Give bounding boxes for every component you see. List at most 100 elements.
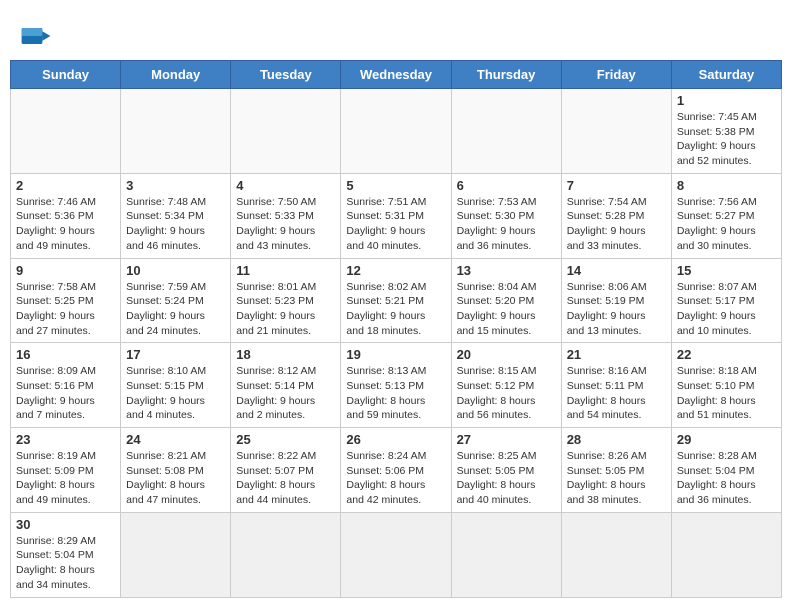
- day-info: Sunrise: 8:09 AM Sunset: 5:16 PM Dayligh…: [16, 364, 115, 423]
- day-info: Sunrise: 8:18 AM Sunset: 5:10 PM Dayligh…: [677, 364, 776, 423]
- day-info: Sunrise: 8:25 AM Sunset: 5:05 PM Dayligh…: [457, 449, 556, 508]
- day-number: 16: [16, 347, 115, 362]
- day-number: 11: [236, 263, 335, 278]
- day-info: Sunrise: 8:10 AM Sunset: 5:15 PM Dayligh…: [126, 364, 225, 423]
- calendar-cell: 20Sunrise: 8:15 AM Sunset: 5:12 PM Dayli…: [451, 343, 561, 428]
- calendar-cell: [231, 512, 341, 597]
- day-number: 9: [16, 263, 115, 278]
- day-info: Sunrise: 8:28 AM Sunset: 5:04 PM Dayligh…: [677, 449, 776, 508]
- calendar-cell: 13 Sunrise: 8:04 AM Sunset: 5:20 PM Dayli…: [451, 258, 561, 343]
- day-number: 10: [126, 263, 225, 278]
- day-number: 12: [346, 263, 445, 278]
- day-header-monday: Monday: [121, 61, 231, 89]
- calendar-cell: 24 Sunrise: 8:21 AM Sunset: 5:08 PM Dayli…: [121, 428, 231, 513]
- day-info: Sunrise: 7:53 AM Sunset: 5:30 PM Dayligh…: [457, 195, 556, 254]
- day-number: 14: [567, 263, 666, 278]
- day-info: Sunrise: 7:45 AM Sunset: 5:38 PM Dayligh…: [677, 110, 776, 169]
- calendar-cell: [121, 512, 231, 597]
- calendar-cell: 14 Sunrise: 8:06 AM Sunset: 5:19 PM Dayli…: [561, 258, 671, 343]
- calendar-cell: [341, 89, 451, 174]
- day-number: 18: [236, 347, 335, 362]
- day-info: Sunrise: 7:59 AM Sunset: 5:24 PM Dayligh…: [126, 280, 225, 339]
- day-info: Sunrise: 7:50 AM Sunset: 5:33 PM Dayligh…: [236, 195, 335, 254]
- day-info: Sunrise: 8:15 AM Sunset: 5:12 PM Dayligh…: [457, 364, 556, 423]
- calendar-cell: [121, 89, 231, 174]
- calendar-cell: 18Sunrise: 8:12 AM Sunset: 5:14 PM Dayli…: [231, 343, 341, 428]
- day-header-sunday: Sunday: [11, 61, 121, 89]
- calendar-cell: 26Sunrise: 8:24 AM Sunset: 5:06 PM Dayli…: [341, 428, 451, 513]
- calendar-cell: 21Sunrise: 8:16 AM Sunset: 5:11 PM Dayli…: [561, 343, 671, 428]
- calendar-cell: 2 Sunrise: 7:46 AM Sunset: 5:36 PM Daylig…: [11, 173, 121, 258]
- calendar-cell: [561, 89, 671, 174]
- calendar-cell: 9 Sunrise: 7:58 AM Sunset: 5:25 PM Daylig…: [11, 258, 121, 343]
- day-number: 13: [457, 263, 556, 278]
- day-number: 6: [457, 178, 556, 193]
- calendar-cell: 15 Sunrise: 8:07 AM Sunset: 5:17 PM Dayli…: [671, 258, 781, 343]
- day-header-saturday: Saturday: [671, 61, 781, 89]
- calendar-cell: 1 Sunrise: 7:45 AM Sunset: 5:38 PM Daylig…: [671, 89, 781, 174]
- day-number: 26: [346, 432, 445, 447]
- day-info: Sunrise: 7:58 AM Sunset: 5:25 PM Dayligh…: [16, 280, 115, 339]
- calendar-cell: 30 Sunrise: 8:29 AM Sunset: 5:04 PM Dayli…: [11, 512, 121, 597]
- day-header-tuesday: Tuesday: [231, 61, 341, 89]
- day-number: 8: [677, 178, 776, 193]
- day-info: Sunrise: 8:21 AM Sunset: 5:08 PM Dayligh…: [126, 449, 225, 508]
- day-number: 15: [677, 263, 776, 278]
- calendar-cell: 23 Sunrise: 8:19 AM Sunset: 5:09 PM Dayli…: [11, 428, 121, 513]
- calendar-cell: [671, 512, 781, 597]
- day-info: Sunrise: 8:29 AM Sunset: 5:04 PM Dayligh…: [16, 534, 115, 593]
- calendar-cell: 17 Sunrise: 8:10 AM Sunset: 5:15 PM Dayli…: [121, 343, 231, 428]
- calendar-cell: 3 Sunrise: 7:48 AM Sunset: 5:34 PM Daylig…: [121, 173, 231, 258]
- day-info: Sunrise: 8:01 AM Sunset: 5:23 PM Dayligh…: [236, 280, 335, 339]
- day-number: 17: [126, 347, 225, 362]
- day-info: Sunrise: 8:07 AM Sunset: 5:17 PM Dayligh…: [677, 280, 776, 339]
- day-info: Sunrise: 7:48 AM Sunset: 5:34 PM Dayligh…: [126, 195, 225, 254]
- day-number: 21: [567, 347, 666, 362]
- logo-icon: [20, 20, 52, 52]
- day-info: Sunrise: 7:51 AM Sunset: 5:31 PM Dayligh…: [346, 195, 445, 254]
- calendar-cell: [561, 512, 671, 597]
- day-number: 5: [346, 178, 445, 193]
- day-number: 29: [677, 432, 776, 447]
- calendar-cell: 22 Sunrise: 8:18 AM Sunset: 5:10 PM Dayli…: [671, 343, 781, 428]
- calendar-cell: [451, 89, 561, 174]
- day-number: 1: [677, 93, 776, 108]
- day-number: 19: [346, 347, 445, 362]
- calendar-cell: 7 Sunrise: 7:54 AM Sunset: 5:28 PM Daylig…: [561, 173, 671, 258]
- calendar-cell: 16 Sunrise: 8:09 AM Sunset: 5:16 PM Dayli…: [11, 343, 121, 428]
- logo: [20, 20, 56, 52]
- day-info: Sunrise: 7:56 AM Sunset: 5:27 PM Dayligh…: [677, 195, 776, 254]
- day-info: Sunrise: 7:46 AM Sunset: 5:36 PM Dayligh…: [16, 195, 115, 254]
- day-info: Sunrise: 7:54 AM Sunset: 5:28 PM Dayligh…: [567, 195, 666, 254]
- day-header-friday: Friday: [561, 61, 671, 89]
- day-header-wednesday: Wednesday: [341, 61, 451, 89]
- day-number: 22: [677, 347, 776, 362]
- day-info: Sunrise: 8:04 AM Sunset: 5:20 PM Dayligh…: [457, 280, 556, 339]
- calendar-cell: 27 Sunrise: 8:25 AM Sunset: 5:05 PM Dayli…: [451, 428, 561, 513]
- calendar-cell: 6 Sunrise: 7:53 AM Sunset: 5:30 PM Daylig…: [451, 173, 561, 258]
- day-info: Sunrise: 8:06 AM Sunset: 5:19 PM Dayligh…: [567, 280, 666, 339]
- day-number: 23: [16, 432, 115, 447]
- day-info: Sunrise: 8:02 AM Sunset: 5:21 PM Dayligh…: [346, 280, 445, 339]
- day-number: 3: [126, 178, 225, 193]
- day-number: 24: [126, 432, 225, 447]
- calendar-cell: [341, 512, 451, 597]
- day-number: 7: [567, 178, 666, 193]
- calendar-cell: 8 Sunrise: 7:56 AM Sunset: 5:27 PM Daylig…: [671, 173, 781, 258]
- calendar-cell: [451, 512, 561, 597]
- calendar-cell: 4 Sunrise: 7:50 AM Sunset: 5:33 PM Daylig…: [231, 173, 341, 258]
- header: [10, 10, 782, 60]
- day-header-thursday: Thursday: [451, 61, 561, 89]
- day-info: Sunrise: 8:19 AM Sunset: 5:09 PM Dayligh…: [16, 449, 115, 508]
- day-number: 2: [16, 178, 115, 193]
- day-info: Sunrise: 8:26 AM Sunset: 5:05 PM Dayligh…: [567, 449, 666, 508]
- day-info: Sunrise: 8:22 AM Sunset: 5:07 PM Dayligh…: [236, 449, 335, 508]
- calendar-cell: [231, 89, 341, 174]
- calendar-cell: 5 Sunrise: 7:51 AM Sunset: 5:31 PM Daylig…: [341, 173, 451, 258]
- day-number: 30: [16, 517, 115, 532]
- day-number: 4: [236, 178, 335, 193]
- calendar-cell: 29 Sunrise: 8:28 AM Sunset: 5:04 PM Dayli…: [671, 428, 781, 513]
- day-number: 27: [457, 432, 556, 447]
- calendar-cell: 10 Sunrise: 7:59 AM Sunset: 5:24 PM Dayli…: [121, 258, 231, 343]
- day-number: 25: [236, 432, 335, 447]
